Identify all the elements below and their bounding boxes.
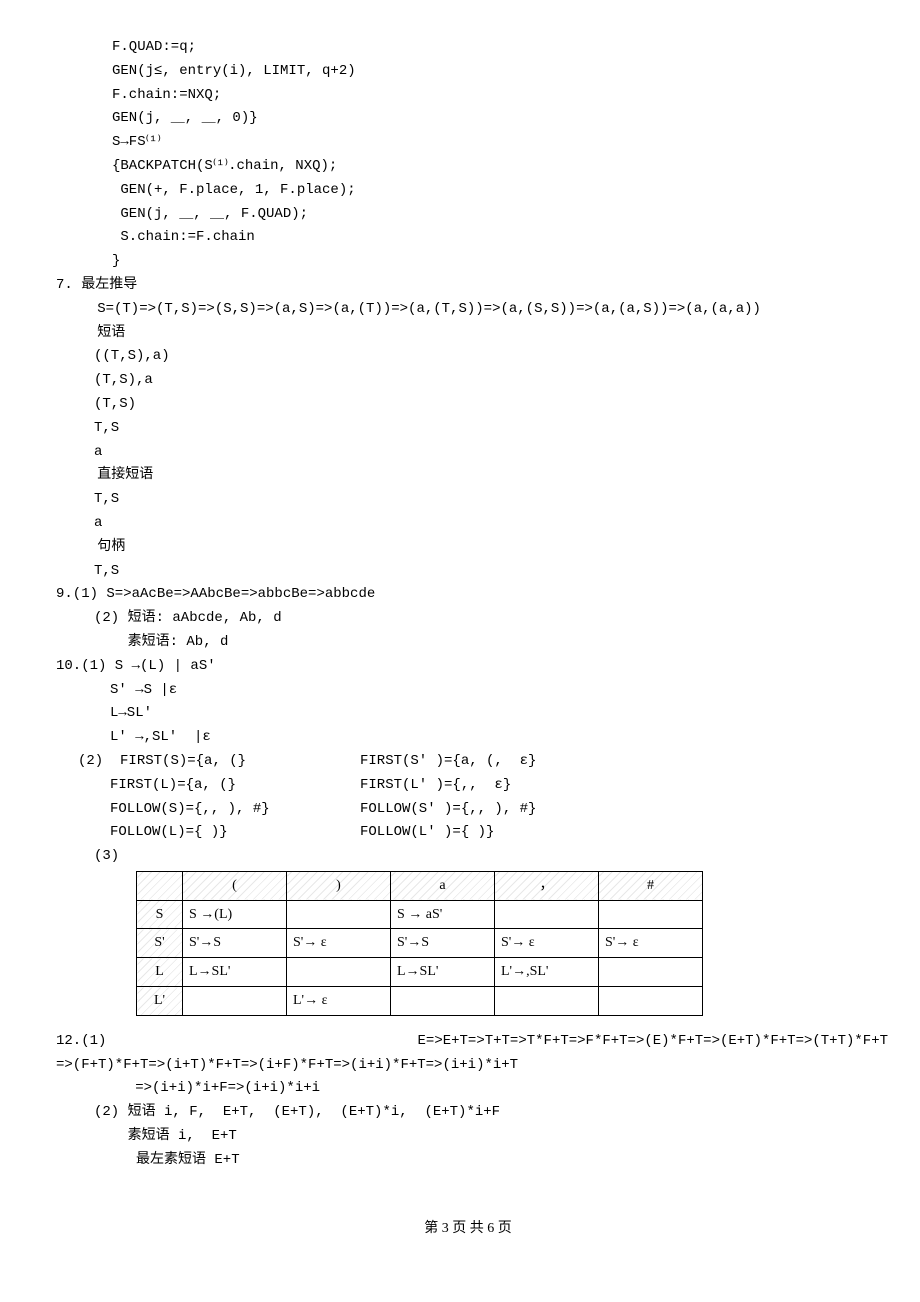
table-row-head: S' [137, 929, 183, 958]
table-header-row: ( ) a ， # [137, 871, 703, 900]
code-line: F.QUAD:=q; [48, 36, 888, 60]
q7-direct: T,S [48, 488, 888, 512]
table-header: ， [495, 871, 599, 900]
page-footer: 第 3 页 共 6 页 [48, 1217, 888, 1241]
q10-ff-right: FIRST(L' )={,, ε} [360, 774, 536, 798]
q12-deriv-part1: E=>E+T=>T+T=>T*F+T=>F*F+T=>(E)*F+T=>(E+T… [418, 1030, 888, 1054]
q7-phrase: a [48, 441, 888, 465]
q10-ff-left: FIRST(L)={a, (} [110, 774, 360, 798]
table-cell: L'→ ε [287, 987, 391, 1016]
q7-phrase-label: 短语 [48, 322, 888, 346]
table-cell: L'→,SL' [495, 958, 599, 987]
q10-part1-head: 10.(1) S →(L) | aS' [48, 655, 888, 679]
q12-leftmost-prime: 最左素短语 E+T [48, 1149, 888, 1173]
parse-table: ( ) a ， # S S →(L) S → aS' S' S'→S S'→ ε… [136, 871, 703, 1016]
q7-handle: T,S [48, 560, 888, 584]
q12-prime-phrases: 素短语 i, E+T [48, 1125, 888, 1149]
table-header: ( [183, 871, 287, 900]
q10-ff-right: FOLLOW(L' )={ )} [360, 821, 536, 845]
table-cell [183, 987, 287, 1016]
code-line: {BACKPATCH(S⁽¹⁾.chain, NXQ); [48, 155, 888, 179]
q7-phrase: ((T,S),a) [48, 345, 888, 369]
table-cell [287, 958, 391, 987]
table-cell: S'→S [183, 929, 287, 958]
table-cell: S'→S [391, 929, 495, 958]
q10-grammar-line: L' →,SL' |ε [48, 726, 888, 750]
table-cell: S'→ ε [599, 929, 703, 958]
q9-line-3: 素短语: Ab, d [48, 631, 888, 655]
q12-line-1: 12.(1) E=>E+T=>T+T=>T*F+T=>F*F+T=>(E)*F+… [48, 1030, 888, 1054]
table-cell [495, 900, 599, 929]
q7-direct-label: 直接短语 [48, 464, 888, 488]
code-block: F.QUAD:=q; GEN(j≤, entry(i), LIMIT, q+2)… [48, 36, 888, 274]
q12-phrases: (2) 短语 i, F, E+T, (E+T), (E+T)*i, (E+T)*… [48, 1101, 888, 1125]
code-line: S.chain:=F.chain [48, 226, 888, 250]
code-line: } [48, 250, 888, 274]
q12-label: 12.(1) [56, 1030, 106, 1054]
code-line: GEN(j≤, entry(i), LIMIT, q+2) [48, 60, 888, 84]
table-cell [495, 987, 599, 1016]
q7-handle-label: 句柄 [48, 536, 888, 560]
q10-first-follow: (2) FIRST(S)={a, (} FIRST(L)={a, (} FOLL… [48, 750, 888, 845]
q10-ff-right: FIRST(S' )={a, (, ε} [360, 750, 536, 774]
table-cell: S'→ ε [495, 929, 599, 958]
table-cell: S →(L) [183, 900, 287, 929]
table-header: ) [287, 871, 391, 900]
q7-derivation: S=(T)=>(T,S)=>(S,S)=>(a,S)=>(a,(T))=>(a,… [48, 298, 888, 322]
table-header: # [599, 871, 703, 900]
table-cell [287, 900, 391, 929]
code-line: F.chain:=NXQ; [48, 84, 888, 108]
table-row-head: L [137, 958, 183, 987]
table-row: S S →(L) S → aS' [137, 900, 703, 929]
q10-part2-head: (2) FIRST(S)={a, (} [110, 750, 360, 774]
table-header: a [391, 871, 495, 900]
table-cell [599, 900, 703, 929]
table-row-head: L' [137, 987, 183, 1016]
q10-grammar-line: L→SL' [48, 702, 888, 726]
q10-ff-left: FOLLOW(S)={,, ), #} [110, 798, 360, 822]
table-row: L' L'→ ε [137, 987, 703, 1016]
table-header [137, 871, 183, 900]
table-cell [599, 987, 703, 1016]
q10-ff-left: FOLLOW(L)={ )} [110, 821, 360, 845]
code-line: GEN(j, ＿, ＿, F.QUAD); [48, 203, 888, 227]
table-cell: L→SL' [183, 958, 287, 987]
table-cell [599, 958, 703, 987]
q9-line-2: (2) 短语: aAbcde, Ab, d [48, 607, 888, 631]
table-row: L L→SL' L→SL' L'→,SL' [137, 958, 703, 987]
q7-phrase: T,S [48, 417, 888, 441]
table-cell: S'→ ε [287, 929, 391, 958]
q7-direct: a [48, 512, 888, 536]
q10-ff-right: FOLLOW(S' )={,, ), #} [360, 798, 536, 822]
q10-grammar-line: S' →S |ε [48, 679, 888, 703]
table-cell: L→SL' [391, 958, 495, 987]
code-line: GEN(+, F.place, 1, F.place); [48, 179, 888, 203]
q9-line-1: 9.(1) S=>aAcBe=>AAbcBe=>abbcBe=>abbcde [48, 583, 888, 607]
q7-phrase: (T,S) [48, 393, 888, 417]
table-cell: S → aS' [391, 900, 495, 929]
table-cell [391, 987, 495, 1016]
table-row-head: S [137, 900, 183, 929]
table-row: S' S'→S S'→ ε S'→S S'→ ε S'→ ε [137, 929, 703, 958]
q7-phrase: (T,S),a [48, 369, 888, 393]
q12-deriv-part2: =>(F+T)*F+T=>(i+T)*F+T=>(i+F)*F+T=>(i+i)… [48, 1054, 888, 1078]
code-line: S→FS⁽¹⁾ [48, 131, 888, 155]
code-line: GEN(j, ＿, ＿, 0)} [48, 107, 888, 131]
q10-part3-head: (3) [48, 845, 888, 869]
q7-title: 7. 最左推导 [48, 274, 888, 298]
q12-deriv-part3: =>(i+i)*i+F=>(i+i)*i+i [48, 1077, 888, 1101]
